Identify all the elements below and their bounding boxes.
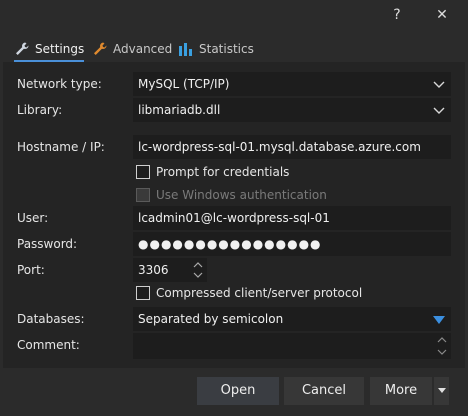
chevron-down-icon <box>433 107 445 114</box>
windows-auth-label: Use Windows authentication <box>156 188 327 202</box>
databases-row: Databases: Separated by semicolon <box>3 307 465 331</box>
hostname-input[interactable]: lc-wordpress-sql-01.mysql.database.azure… <box>133 135 451 159</box>
port-value: 3306 <box>138 263 169 277</box>
help-button[interactable]: ? <box>388 6 406 24</box>
network-type-row: Network type: MySQL (TCP/IP) <box>3 72 465 96</box>
library-row: Library: libmariadb.dll <box>3 98 465 122</box>
windows-auth-checkbox: Use Windows authentication <box>136 185 327 205</box>
scroll-up-icon[interactable] <box>437 335 447 344</box>
tab-advanced-label: Advanced <box>113 42 173 56</box>
more-dropdown-button[interactable] <box>434 377 449 405</box>
library-label: Library: <box>17 103 63 117</box>
password-row: Password: ●●●●●●●●●●●●●●●● <box>3 232 465 256</box>
hostname-label: Hostname / IP: <box>17 140 105 154</box>
checkbox-box <box>136 188 150 202</box>
tab-statistics[interactable]: Statistics <box>178 38 254 60</box>
spin-up-icon[interactable] <box>193 260 203 269</box>
title-bar: ? ✕ <box>0 0 468 30</box>
wrench-orange-icon <box>94 42 107 55</box>
dropdown-triangle-icon[interactable] <box>433 314 445 326</box>
port-label: Port: <box>17 263 45 277</box>
dialog-footer: Open Cancel More <box>0 368 468 416</box>
scroll-down-icon[interactable] <box>437 348 447 357</box>
open-button[interactable]: Open <box>197 377 279 405</box>
password-value: ●●●●●●●●●●●●●●●● <box>138 237 322 251</box>
comment-row: Comment: <box>3 333 465 359</box>
compressed-protocol-checkbox[interactable]: Compressed client/server protocol <box>136 283 362 303</box>
databases-select[interactable]: Separated by semicolon <box>133 307 451 331</box>
settings-panel: Network type: MySQL (TCP/IP) Library: li… <box>3 62 465 368</box>
bar-chart-icon <box>179 43 192 56</box>
port-spinner[interactable]: 3306 <box>133 258 207 282</box>
user-row: User: lcadmin01@lc-wordpress-sql-01 <box>3 206 465 230</box>
chevron-down-icon <box>433 81 445 88</box>
user-input[interactable]: lcadmin01@lc-wordpress-sql-01 <box>133 206 451 230</box>
library-select[interactable]: libmariadb.dll <box>133 98 451 122</box>
comment-label: Comment: <box>17 338 80 352</box>
network-type-value: MySQL (TCP/IP) <box>138 77 230 91</box>
network-type-select[interactable]: MySQL (TCP/IP) <box>133 72 451 96</box>
tab-statistics-label: Statistics <box>199 42 254 56</box>
prompt-credentials-label: Prompt for credentials <box>156 165 290 179</box>
close-button[interactable]: ✕ <box>433 6 451 24</box>
prompt-credentials-checkbox[interactable]: Prompt for credentials <box>136 162 289 182</box>
caret-down-icon <box>437 388 446 393</box>
port-row: Port: 3306 <box>3 258 465 282</box>
user-value: lcadmin01@lc-wordpress-sql-01 <box>138 211 330 225</box>
checkbox-box <box>136 286 150 300</box>
wrench-icon <box>16 42 29 55</box>
more-button[interactable]: More <box>370 377 432 405</box>
library-value: libmariadb.dll <box>138 103 221 117</box>
password-input[interactable]: ●●●●●●●●●●●●●●●● <box>133 232 451 256</box>
user-label: User: <box>17 211 49 225</box>
databases-label: Databases: <box>17 312 85 326</box>
hostname-value: lc-wordpress-sql-01.mysql.database.azure… <box>138 140 421 154</box>
comment-textarea[interactable] <box>133 333 451 359</box>
databases-value: Separated by semicolon <box>138 312 284 326</box>
cancel-button[interactable]: Cancel <box>284 377 364 405</box>
compressed-protocol-label: Compressed client/server protocol <box>156 286 363 300</box>
tab-settings-label: Settings <box>35 42 85 56</box>
hostname-row: Hostname / IP: lc-wordpress-sql-01.mysql… <box>3 135 465 159</box>
tab-settings[interactable]: Settings <box>14 38 85 62</box>
password-label: Password: <box>17 237 78 251</box>
tab-advanced[interactable]: Advanced <box>92 38 172 60</box>
spin-down-icon[interactable] <box>193 271 203 280</box>
network-type-label: Network type: <box>17 77 102 91</box>
checkbox-box <box>136 165 150 179</box>
